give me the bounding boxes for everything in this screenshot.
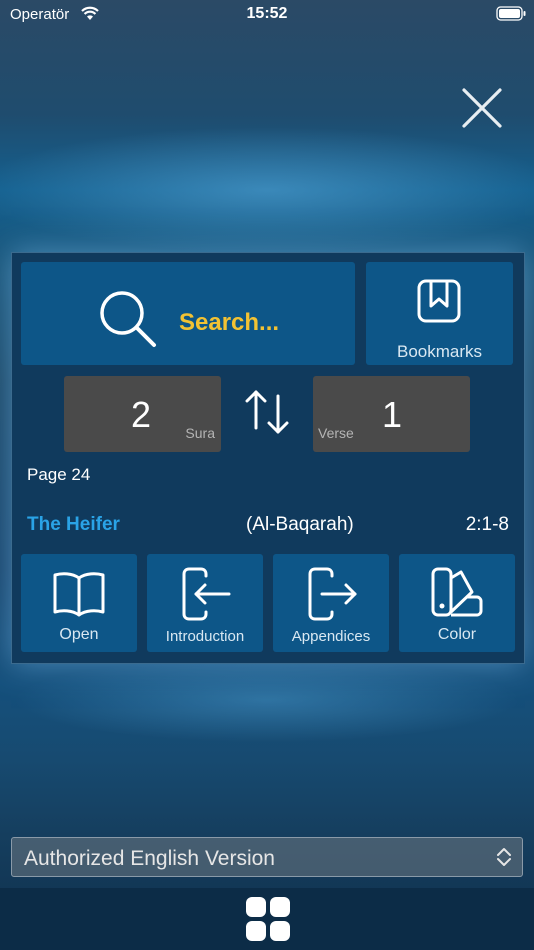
verse-selector[interactable]: Verse 1 — [313, 376, 470, 452]
search-label: Search... — [179, 309, 280, 336]
clock: 15:52 — [246, 5, 288, 22]
swatch-icon — [431, 567, 483, 617]
search-button[interactable]: Search... — [21, 262, 355, 365]
color-button[interactable]: Color — [399, 554, 515, 652]
open-button[interactable]: Open — [21, 554, 137, 652]
verse-number: 1 — [382, 394, 403, 435]
exit-icon — [308, 567, 357, 621]
verse-range: 2:1-8 — [465, 514, 509, 535]
bottom-bar — [0, 888, 534, 950]
color-label: Color — [437, 626, 477, 643]
enter-icon — [182, 567, 231, 621]
bookmark-icon — [417, 279, 461, 323]
appendices-button[interactable]: Appendices — [273, 554, 389, 652]
verse-caption: Verse — [318, 425, 354, 441]
grid-icon[interactable] — [246, 897, 290, 941]
sura-name[interactable]: The Heifer — [27, 514, 120, 536]
page-label: Page 24 — [27, 465, 91, 484]
select-arrows-icon — [497, 848, 511, 866]
sura-selector[interactable]: 2 Sura — [64, 376, 221, 452]
search-icon — [100, 291, 156, 347]
version-select[interactable]: Authorized English Version — [11, 837, 523, 877]
swap-icon[interactable] — [244, 388, 290, 436]
introduction-button[interactable]: Introduction — [147, 554, 263, 652]
introduction-label: Introduction — [165, 628, 245, 645]
bookmarks-label: Bookmarks — [396, 342, 483, 361]
open-label: Open — [59, 626, 99, 643]
battery-icon — [496, 6, 526, 21]
close-icon[interactable] — [458, 84, 506, 132]
sura-number: 2 — [131, 394, 152, 435]
navigation-panel: Search... Bookmarks 2 Sura Verse 1 Page … — [11, 252, 525, 664]
status-bar: Operatör 15:52 — [0, 0, 534, 30]
version-selected: Authorized English Version — [24, 847, 275, 870]
bookmarks-button[interactable]: Bookmarks — [366, 262, 513, 365]
appendices-label: Appendices — [291, 628, 371, 645]
sura-transliteration: (Al-Baqarah) — [246, 514, 354, 535]
book-open-icon — [53, 572, 105, 617]
sura-caption: Sura — [185, 425, 215, 441]
